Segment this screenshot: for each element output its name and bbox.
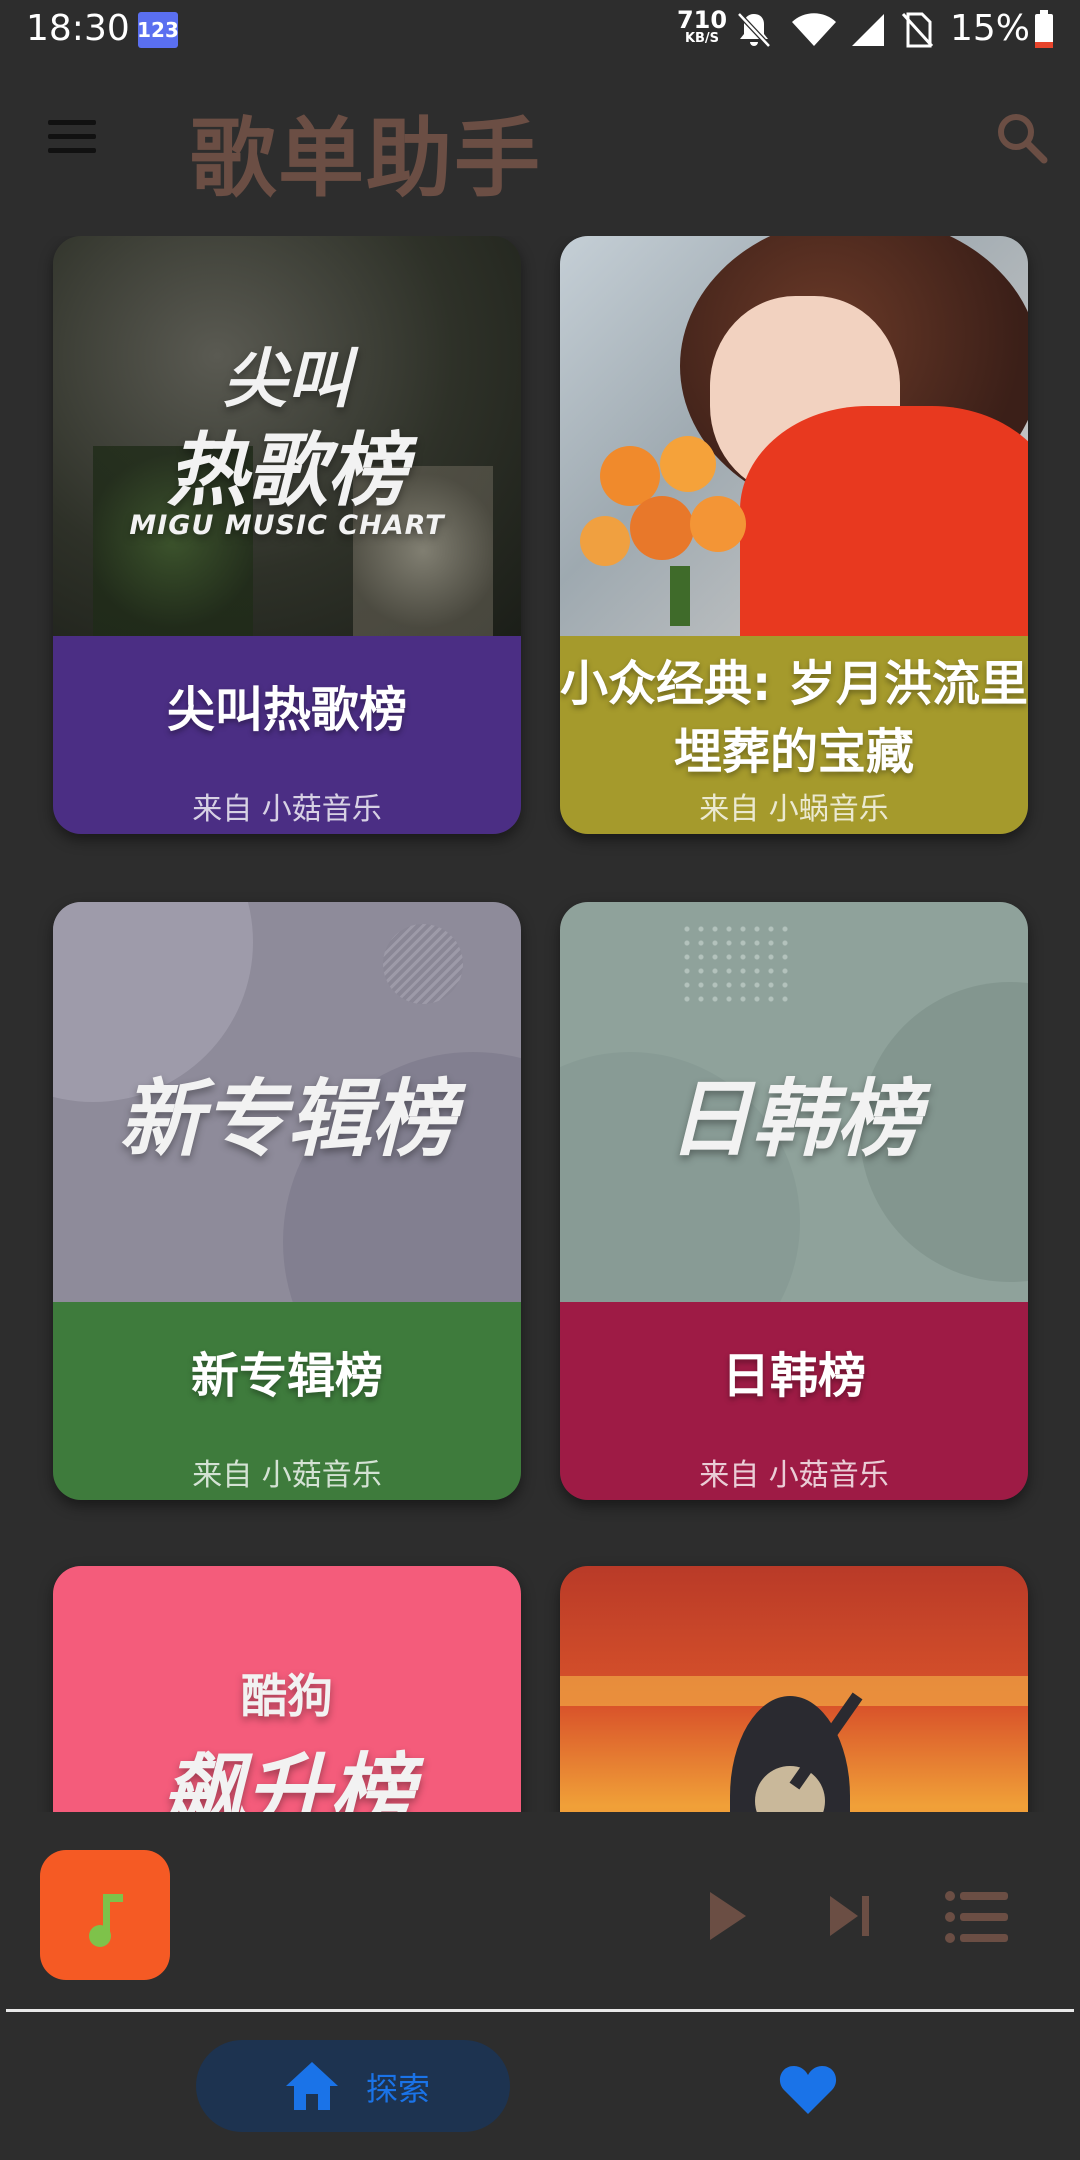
- signal-icon: [852, 14, 884, 46]
- playlist-grid: 尖叫 热歌榜 MIGU MUSIC CHART 尖叫热歌榜 来自 小菇音乐 小众…: [0, 236, 1080, 1812]
- playlist-title: 新专辑榜: [190, 1348, 383, 1404]
- music-note-icon: [89, 1894, 123, 1947]
- app-title: 歌单助手: [190, 109, 542, 209]
- heart-icon[interactable]: [778, 2062, 838, 2116]
- nav-explore-label: 探索: [366, 2070, 431, 2108]
- playlist-info: 尖叫热歌榜 来自 小菇音乐: [53, 636, 521, 834]
- cover-text: 热歌榜: [167, 424, 407, 517]
- playlist-cover: [560, 1566, 1028, 1812]
- playlist-info: 小众经典: 岁月洪流里埋葬的宝藏 来自 小蜗音乐: [560, 636, 1028, 834]
- status-bar: 18:30 123 710 KB/S 15%: [0, 0, 1080, 64]
- cover-text: 飙升榜: [160, 1744, 413, 1812]
- playlist-source: 来自 小菇音乐: [699, 1458, 889, 1493]
- bottom-navigation: 探索: [0, 2012, 1080, 2160]
- playlist-cover: 尖叫 热歌榜 MIGU MUSIC CHART: [53, 236, 521, 636]
- playlist-info: 新专辑榜 来自 小菇音乐: [53, 1302, 521, 1500]
- playlist-card[interactable]: 日韩榜 日韩榜 来自 小菇音乐: [560, 902, 1028, 1500]
- status-time: 18:30: [26, 8, 130, 49]
- cover-subtext: MIGU MUSIC CHART: [129, 510, 445, 541]
- wifi-icon: [792, 13, 836, 46]
- network-speed-value: 710: [676, 6, 728, 34]
- menu-icon[interactable]: [48, 120, 98, 160]
- playlist-card[interactable]: 尖叫 热歌榜 MIGU MUSIC CHART 尖叫热歌榜 来自 小菇音乐: [53, 236, 521, 834]
- battery-percent: 15%: [950, 8, 1031, 49]
- player-thumbnail[interactable]: [40, 1850, 170, 1980]
- mini-player: [0, 1812, 1080, 2012]
- playlist-card[interactable]: 新专辑榜 新专辑榜 来自 小菇音乐: [53, 902, 521, 1500]
- playlist-card[interactable]: 小众经典: 岁月洪流里埋葬的宝藏 来自 小蜗音乐: [560, 236, 1028, 834]
- mute-bell-icon: [737, 12, 771, 48]
- cover-text: 新专辑榜: [118, 1070, 455, 1168]
- no-sim-icon: [901, 12, 934, 48]
- cover-text: 日韩榜: [667, 1070, 920, 1168]
- nav-explore-tab[interactable]: 探索: [196, 2040, 510, 2132]
- playlist-card[interactable]: 酷狗 飙升榜: [53, 1566, 521, 1812]
- notification-badge: 123: [137, 12, 179, 48]
- playlist-cover: [560, 236, 1028, 636]
- search-icon[interactable]: [992, 108, 1052, 168]
- playlist-source: 来自 小菇音乐: [192, 1458, 382, 1493]
- cover-text: 酷狗: [241, 1669, 333, 1723]
- playlist-cover: 日韩榜: [560, 902, 1028, 1302]
- network-speed: 710 KB/S: [672, 8, 732, 45]
- playlist-title: 日韩榜: [721, 1348, 866, 1404]
- playlist-title: 尖叫热歌榜: [166, 682, 407, 738]
- queue-list-icon[interactable]: [944, 1890, 1010, 1944]
- app-bar: 歌单助手: [0, 64, 1080, 214]
- playlist-source: 来自 小菇音乐: [192, 792, 382, 827]
- battery-icon: [1035, 10, 1053, 48]
- playlist-cover: 酷狗 飙升榜: [53, 1566, 521, 1812]
- skip-next-icon[interactable]: [826, 1892, 874, 1940]
- playlist-title: 小众经典: 岁月洪流里埋葬的宝藏: [560, 656, 1028, 780]
- play-icon[interactable]: [706, 1890, 750, 1942]
- home-icon: [286, 2062, 338, 2110]
- playlist-card[interactable]: [560, 1566, 1028, 1812]
- playlist-info: 日韩榜 来自 小菇音乐: [560, 1302, 1028, 1500]
- playlist-source: 来自 小蜗音乐: [699, 792, 889, 827]
- playlist-cover: 新专辑榜: [53, 902, 521, 1302]
